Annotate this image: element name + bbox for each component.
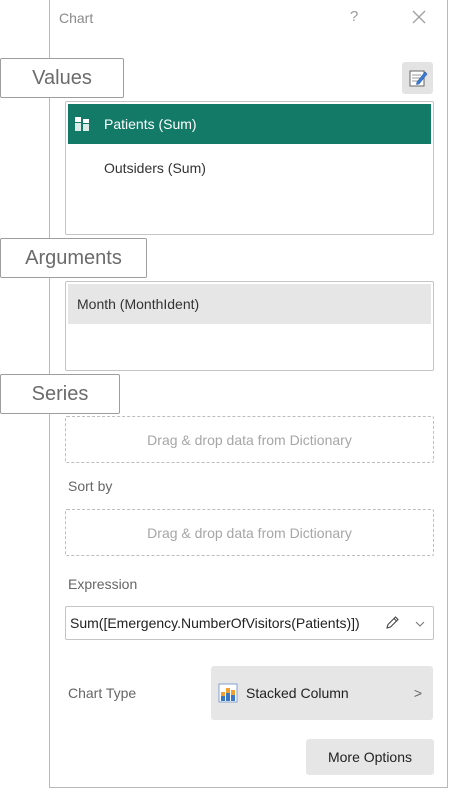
chart-type-selector[interactable]: Stacked Column >	[211, 666, 433, 720]
close-icon	[412, 10, 426, 24]
help-button[interactable]: ?	[350, 8, 358, 25]
series-dropzone[interactable]: Drag & drop data from Dictionary	[65, 416, 434, 463]
values-item-outsiders[interactable]: Outsiders (Sum)	[68, 148, 431, 188]
values-item-label: Patients (Sum)	[104, 116, 197, 132]
expression-field[interactable]: Sum([Emergency.NumberOfVisitors(Patients…	[65, 606, 434, 640]
values-item-label: Outsiders (Sum)	[104, 160, 206, 176]
chart-type-label: Chart Type	[68, 685, 137, 701]
stacked-column-icon	[74, 116, 90, 132]
panel-title: Chart	[59, 10, 94, 26]
arguments-item-label: Month (MonthIdent)	[77, 296, 200, 312]
edit-icon	[409, 70, 427, 87]
edit-values-button[interactable]	[402, 62, 433, 94]
stacked-column-chart-icon	[218, 683, 238, 703]
arguments-list: Month (MonthIdent)	[65, 281, 434, 371]
values-list: Patients (Sum) Outsiders (Sum)	[65, 101, 434, 235]
close-button[interactable]	[410, 8, 428, 26]
chart-type-value: Stacked Column	[246, 685, 349, 701]
arguments-item-month[interactable]: Month (MonthIdent)	[68, 284, 431, 324]
values-item-patients[interactable]: Patients (Sum)	[68, 104, 431, 144]
series-callout: Series	[0, 374, 120, 414]
arguments-callout: Arguments	[0, 238, 147, 278]
sort-by-dropzone[interactable]: Drag & drop data from Dictionary	[65, 509, 434, 556]
chevron-down-icon[interactable]	[414, 617, 426, 629]
expression-label: Expression	[68, 576, 138, 592]
expression-value: Sum([Emergency.NumberOfVisitors(Patients…	[70, 615, 360, 631]
pencil-icon[interactable]	[384, 615, 400, 631]
sort-by-label: Sort by	[68, 478, 113, 494]
chevron-right-icon: >	[413, 685, 422, 701]
values-callout: Values	[0, 58, 124, 98]
more-options-button[interactable]: More Options	[306, 739, 434, 775]
